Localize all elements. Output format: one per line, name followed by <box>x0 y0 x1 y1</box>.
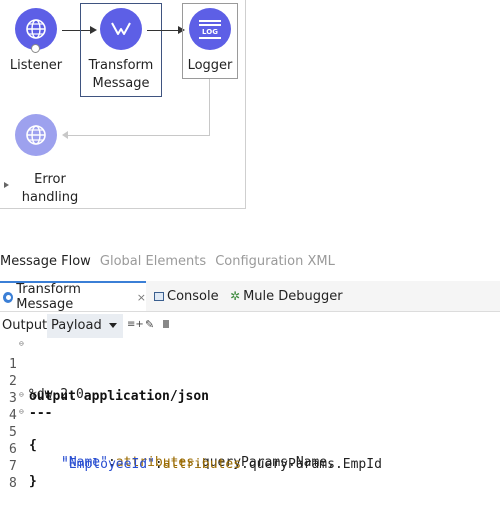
log-text: LOG <box>202 27 218 36</box>
tab-configuration-xml[interactable]: Configuration XML <box>215 254 335 269</box>
source-indicator-icon <box>31 44 40 53</box>
code-line: 8 <box>9 476 17 491</box>
logger-label: Logger <box>187 58 233 73</box>
code-line: 2 output application/json <box>9 374 210 404</box>
code-line: 6 "EmployeeId":attributes.queryParams.Em… <box>9 442 382 472</box>
tab-debugger-label: Mule Debugger <box>243 288 343 304</box>
tab-console[interactable]: Console <box>154 281 219 311</box>
pencil-icon[interactable]: ✎ <box>145 318 154 331</box>
transform-message-icon[interactable] <box>100 8 142 50</box>
connector-line <box>147 30 179 31</box>
transform-label-line1: Transform <box>88 58 154 73</box>
code-line: 1 ⊖ %dw 2.0 <box>9 339 84 402</box>
error-label-line2: handling <box>21 190 79 205</box>
tab-global-elements[interactable]: Global Elements <box>100 254 206 269</box>
fold-icon[interactable]: ⊖ <box>19 407 24 416</box>
arrow-head-icon <box>62 131 68 139</box>
transform-toolbar: Output Payload ≡+ ✎ <box>0 313 500 339</box>
error-handling-globe-icon[interactable] <box>15 114 57 156</box>
chevron-down-icon[interactable] <box>109 323 117 328</box>
return-line <box>209 79 210 135</box>
transform-tab-icon <box>3 291 14 303</box>
code-line: 4 ⊖ { <box>9 390 37 453</box>
output-select[interactable]: Payload <box>47 314 123 338</box>
tab-mule-debugger[interactable]: ✲ Mule Debugger <box>230 281 343 311</box>
close-icon[interactable]: × <box>137 291 146 304</box>
code-line: 7 } <box>9 459 37 489</box>
code-line: 3 --- <box>9 391 53 421</box>
tab-console-label: Console <box>167 288 219 304</box>
trash-icon[interactable] <box>163 320 169 328</box>
logger-log-icon[interactable]: LOG <box>189 8 231 50</box>
add-target-icon[interactable]: ≡+ <box>127 319 144 330</box>
code-line: 5 ⊖ "Name":attributes.queryParams.Name, <box>9 407 335 470</box>
error-label-line1: Error <box>34 172 66 187</box>
tab-message-flow[interactable]: Message Flow <box>0 254 91 269</box>
fold-icon[interactable]: ⊖ <box>19 339 24 348</box>
bug-icon: ✲ <box>230 289 241 303</box>
editor-view-tabs: Message Flow Global Elements Configurati… <box>0 250 335 269</box>
listener-label: Listener <box>9 58 63 73</box>
console-icon <box>154 291 164 301</box>
transform-label-line2: Message <box>92 76 150 91</box>
return-line <box>66 135 210 136</box>
output-label: Output <box>2 318 48 333</box>
tab-transform-label: Transform Message <box>16 282 81 312</box>
tab-transform-message[interactable]: Transform Message × <box>0 281 146 312</box>
panel-tab-bar: Transform Message × Console ✲ Mule Debug… <box>0 281 500 312</box>
expand-caret-icon[interactable] <box>4 182 9 188</box>
fold-icon[interactable]: ⊖ <box>19 390 24 399</box>
output-select-value: Payload <box>51 318 102 333</box>
